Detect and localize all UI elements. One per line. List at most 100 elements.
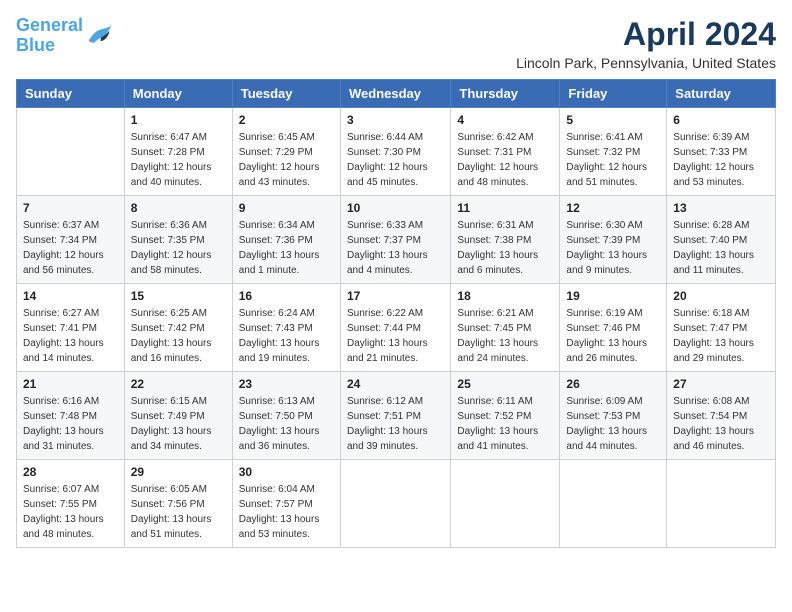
day-info: Sunrise: 6:25 AMSunset: 7:42 PMDaylight:… <box>131 306 226 366</box>
col-header-sunday: Sunday <box>17 80 125 108</box>
calendar-cell: 9 Sunrise: 6:34 AMSunset: 7:36 PMDaylight… <box>232 196 340 284</box>
day-info: Sunrise: 6:11 AMSunset: 7:52 PMDaylight:… <box>457 394 553 454</box>
day-info: Sunrise: 6:44 AMSunset: 7:30 PMDaylight:… <box>347 130 444 190</box>
day-number: 1 <box>131 113 226 127</box>
calendar-cell: 6 Sunrise: 6:39 AMSunset: 7:33 PMDaylight… <box>667 108 776 196</box>
day-number: 10 <box>347 201 444 215</box>
day-info: Sunrise: 6:28 AMSunset: 7:40 PMDaylight:… <box>673 218 769 278</box>
calendar-cell: 4Sunrise: 6:42 AMSunset: 7:31 PMDaylight… <box>451 108 560 196</box>
day-number: 6 <box>673 113 769 127</box>
day-info: Sunrise: 6:47 AMSunset: 7:28 PMDaylight:… <box>131 130 226 190</box>
day-info: Sunrise: 6:34 AMSunset: 7:36 PMDaylight:… <box>239 218 334 278</box>
col-header-monday: Monday <box>124 80 232 108</box>
day-number: 26 <box>566 377 660 391</box>
calendar-week-row: 21Sunrise: 6:16 AMSunset: 7:48 PMDayligh… <box>17 372 776 460</box>
day-info: Sunrise: 6:22 AMSunset: 7:44 PMDaylight:… <box>347 306 444 366</box>
calendar-cell: 18 Sunrise: 6:21 AMSunset: 7:45 PMDayligh… <box>451 284 560 372</box>
day-info: Sunrise: 6:08 AMSunset: 7:54 PMDaylight:… <box>673 394 769 454</box>
calendar-cell: 10Sunrise: 6:33 AMSunset: 7:37 PMDayligh… <box>340 196 450 284</box>
day-info: Sunrise: 6:18 AMSunset: 7:47 PMDaylight:… <box>673 306 769 366</box>
calendar-cell: 22 Sunrise: 6:15 AMSunset: 7:49 PMDayligh… <box>124 372 232 460</box>
calendar-week-row: 14Sunrise: 6:27 AMSunset: 7:41 PMDayligh… <box>17 284 776 372</box>
calendar-cell: 30 Sunrise: 6:04 AMSunset: 7:57 PMDayligh… <box>232 460 340 548</box>
col-header-tuesday: Tuesday <box>232 80 340 108</box>
day-number: 19 <box>566 289 660 303</box>
calendar-cell: 11Sunrise: 6:31 AMSunset: 7:38 PMDayligh… <box>451 196 560 284</box>
day-number: 28 <box>23 465 118 479</box>
calendar-cell: 8Sunrise: 6:36 AMSunset: 7:35 PMDaylight… <box>124 196 232 284</box>
month-year: April 2024 <box>516 16 776 53</box>
day-info: Sunrise: 6:19 AMSunset: 7:46 PMDaylight:… <box>566 306 660 366</box>
day-number: 24 <box>347 377 444 391</box>
calendar-cell: 19 Sunrise: 6:19 AMSunset: 7:46 PMDayligh… <box>560 284 667 372</box>
day-info: Sunrise: 6:31 AMSunset: 7:38 PMDaylight:… <box>457 218 553 278</box>
calendar-cell: 26 Sunrise: 6:09 AMSunset: 7:53 PMDayligh… <box>560 372 667 460</box>
day-info: Sunrise: 6:13 AMSunset: 7:50 PMDaylight:… <box>239 394 334 454</box>
day-number: 20 <box>673 289 769 303</box>
logo-blue: Blue <box>16 35 55 55</box>
day-number: 2 <box>239 113 334 127</box>
logo-text: General Blue <box>16 16 83 56</box>
day-info: Sunrise: 6:21 AMSunset: 7:45 PMDaylight:… <box>457 306 553 366</box>
day-info: Sunrise: 6:41 AMSunset: 7:32 PMDaylight:… <box>566 130 660 190</box>
day-info: Sunrise: 6:36 AMSunset: 7:35 PMDaylight:… <box>131 218 226 278</box>
day-info: Sunrise: 6:04 AMSunset: 7:57 PMDaylight:… <box>239 482 334 542</box>
calendar-cell <box>451 460 560 548</box>
col-header-thursday: Thursday <box>451 80 560 108</box>
day-info: Sunrise: 6:42 AMSunset: 7:31 PMDaylight:… <box>457 130 553 190</box>
day-number: 18 <box>457 289 553 303</box>
col-header-friday: Friday <box>560 80 667 108</box>
day-number: 7 <box>23 201 118 215</box>
calendar-cell: 17Sunrise: 6:22 AMSunset: 7:44 PMDayligh… <box>340 284 450 372</box>
calendar-cell: 28 Sunrise: 6:07 AMSunset: 7:55 PMDayligh… <box>17 460 125 548</box>
calendar-cell: 29 Sunrise: 6:05 AMSunset: 7:56 PMDayligh… <box>124 460 232 548</box>
page: General Blue April 2024 Lincoln Park, Pe… <box>0 0 792 612</box>
day-info: Sunrise: 6:24 AMSunset: 7:43 PMDaylight:… <box>239 306 334 366</box>
day-number: 29 <box>131 465 226 479</box>
logo-bird-icon <box>85 22 113 50</box>
logo: General Blue <box>16 16 113 56</box>
calendar-cell: 25 Sunrise: 6:11 AMSunset: 7:52 PMDayligh… <box>451 372 560 460</box>
day-info: Sunrise: 6:05 AMSunset: 7:56 PMDaylight:… <box>131 482 226 542</box>
calendar-header-row: SundayMondayTuesdayWednesdayThursdayFrid… <box>17 80 776 108</box>
day-number: 9 <box>239 201 334 215</box>
day-info: Sunrise: 6:30 AMSunset: 7:39 PMDaylight:… <box>566 218 660 278</box>
day-number: 27 <box>673 377 769 391</box>
day-info: Sunrise: 6:15 AMSunset: 7:49 PMDaylight:… <box>131 394 226 454</box>
day-info: Sunrise: 6:12 AMSunset: 7:51 PMDaylight:… <box>347 394 444 454</box>
calendar-cell: 27 Sunrise: 6:08 AMSunset: 7:54 PMDayligh… <box>667 372 776 460</box>
calendar-cell: 16 Sunrise: 6:24 AMSunset: 7:43 PMDayligh… <box>232 284 340 372</box>
calendar-week-row: 1 Sunrise: 6:47 AMSunset: 7:28 PMDaylight… <box>17 108 776 196</box>
col-header-wednesday: Wednesday <box>340 80 450 108</box>
col-header-saturday: Saturday <box>667 80 776 108</box>
logo-general: General <box>16 15 83 35</box>
calendar-cell <box>17 108 125 196</box>
day-info: Sunrise: 6:37 AMSunset: 7:34 PMDaylight:… <box>23 218 118 278</box>
day-info: Sunrise: 6:09 AMSunset: 7:53 PMDaylight:… <box>566 394 660 454</box>
calendar-cell: 12 Sunrise: 6:30 AMSunset: 7:39 PMDayligh… <box>560 196 667 284</box>
header: General Blue April 2024 Lincoln Park, Pe… <box>16 16 776 71</box>
day-number: 16 <box>239 289 334 303</box>
calendar-cell <box>667 460 776 548</box>
calendar-cell: 24 Sunrise: 6:12 AMSunset: 7:51 PMDayligh… <box>340 372 450 460</box>
day-info: Sunrise: 6:39 AMSunset: 7:33 PMDaylight:… <box>673 130 769 190</box>
calendar-cell: 14Sunrise: 6:27 AMSunset: 7:41 PMDayligh… <box>17 284 125 372</box>
calendar-cell: 5Sunrise: 6:41 AMSunset: 7:32 PMDaylight… <box>560 108 667 196</box>
day-number: 25 <box>457 377 553 391</box>
calendar-cell: 3 Sunrise: 6:44 AMSunset: 7:30 PMDaylight… <box>340 108 450 196</box>
day-number: 3 <box>347 113 444 127</box>
day-number: 22 <box>131 377 226 391</box>
calendar-cell: 20 Sunrise: 6:18 AMSunset: 7:47 PMDayligh… <box>667 284 776 372</box>
calendar-cell <box>560 460 667 548</box>
day-info: Sunrise: 6:45 AMSunset: 7:29 PMDaylight:… <box>239 130 334 190</box>
calendar-cell: 2 Sunrise: 6:45 AMSunset: 7:29 PMDaylight… <box>232 108 340 196</box>
day-number: 30 <box>239 465 334 479</box>
day-info: Sunrise: 6:07 AMSunset: 7:55 PMDaylight:… <box>23 482 118 542</box>
day-info: Sunrise: 6:27 AMSunset: 7:41 PMDaylight:… <box>23 306 118 366</box>
day-number: 13 <box>673 201 769 215</box>
calendar-cell: 1 Sunrise: 6:47 AMSunset: 7:28 PMDaylight… <box>124 108 232 196</box>
day-number: 12 <box>566 201 660 215</box>
day-number: 23 <box>239 377 334 391</box>
location: Lincoln Park, Pennsylvania, United State… <box>516 55 776 71</box>
calendar-cell: 21Sunrise: 6:16 AMSunset: 7:48 PMDayligh… <box>17 372 125 460</box>
